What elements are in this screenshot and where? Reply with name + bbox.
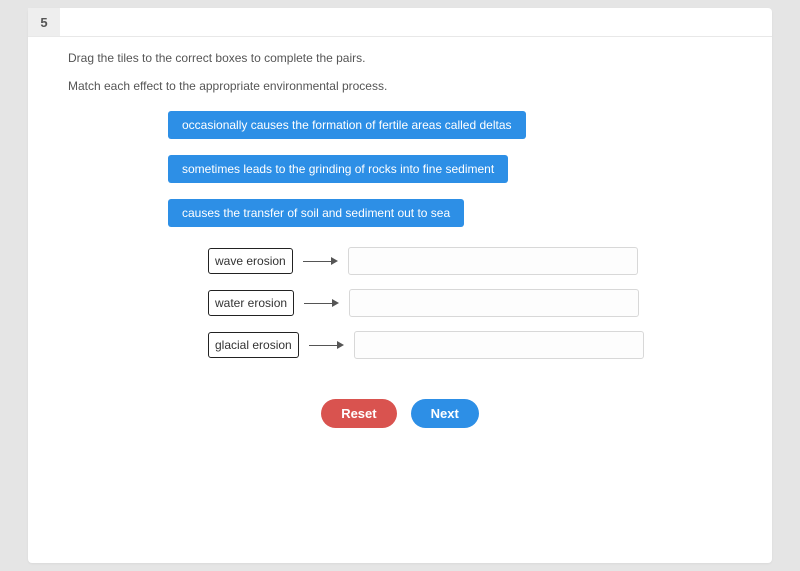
instruction-secondary: Match each effect to the appropriate env…: [68, 79, 732, 93]
pair-targets: wave erosion water erosion glacial erosi…: [208, 247, 732, 359]
question-number-bar: 5: [28, 8, 772, 37]
drop-zone[interactable]: [348, 247, 638, 275]
tile-option[interactable]: occasionally causes the formation of fer…: [168, 111, 526, 139]
reset-button[interactable]: Reset: [321, 399, 396, 428]
arrow-icon: [304, 299, 339, 307]
arrow-icon: [309, 341, 344, 349]
arrow-icon: [303, 257, 338, 265]
pair-row: wave erosion: [208, 247, 732, 275]
target-label: glacial erosion: [208, 332, 299, 358]
question-card: 5 Drag the tiles to the correct boxes to…: [28, 8, 772, 563]
next-button[interactable]: Next: [411, 399, 479, 428]
drop-zone[interactable]: [354, 331, 644, 359]
question-content: Drag the tiles to the correct boxes to c…: [28, 37, 772, 456]
instruction-primary: Drag the tiles to the correct boxes to c…: [68, 51, 732, 65]
question-number: 5: [28, 8, 60, 36]
drop-zone[interactable]: [349, 289, 639, 317]
pair-row: water erosion: [208, 289, 732, 317]
target-label: wave erosion: [208, 248, 293, 274]
draggable-tiles: occasionally causes the formation of fer…: [168, 111, 732, 227]
tile-option[interactable]: causes the transfer of soil and sediment…: [168, 199, 464, 227]
pair-row: glacial erosion: [208, 331, 732, 359]
target-label: water erosion: [208, 290, 294, 316]
controls: Reset Next: [68, 399, 732, 428]
tile-option[interactable]: sometimes leads to the grinding of rocks…: [168, 155, 508, 183]
